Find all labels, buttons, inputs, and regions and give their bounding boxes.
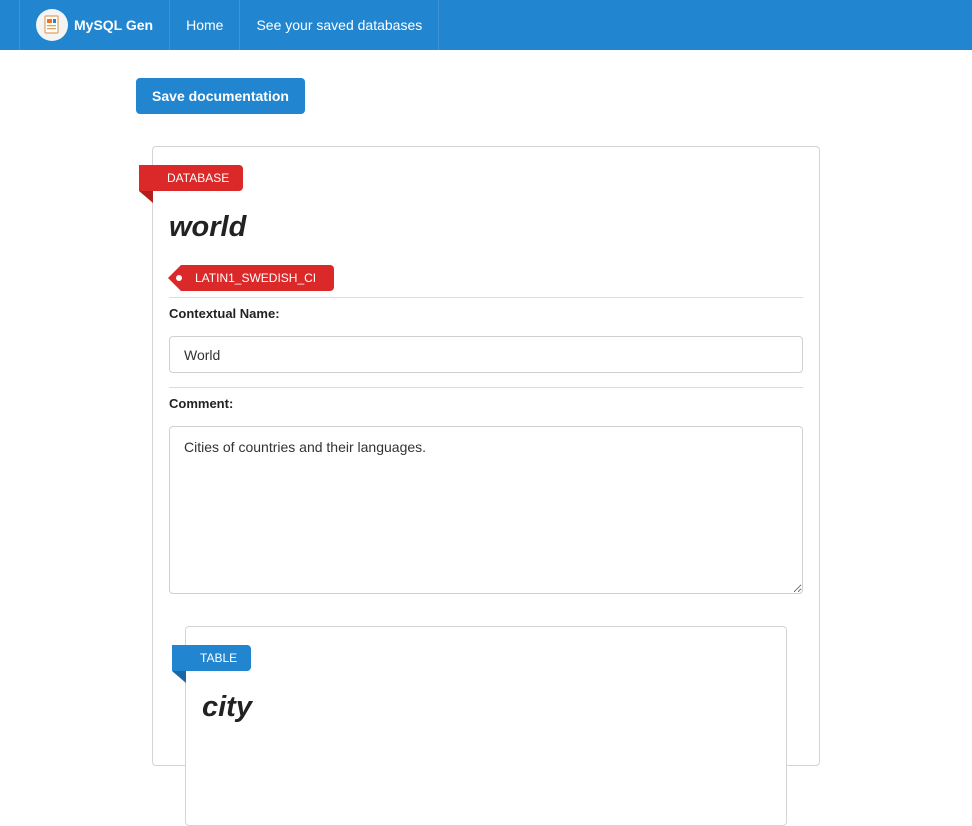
- app-logo-icon: [36, 9, 68, 41]
- divider: [169, 387, 803, 388]
- contextual-name-input[interactable]: [169, 336, 803, 373]
- comment-label: Comment:: [169, 396, 234, 411]
- nav-home[interactable]: Home: [170, 0, 241, 50]
- database-card: DATABASE world LATIN1_SWEDISH_CI Context…: [139, 146, 820, 826]
- collation-tag: LATIN1_SWEDISH_CI: [167, 265, 335, 291]
- tag-dot-icon: [176, 275, 182, 281]
- brand-link[interactable]: MySQL Gen: [19, 0, 171, 50]
- table-ribbon: TABLE: [172, 645, 252, 671]
- database-name: world: [169, 211, 247, 243]
- top-navbar: MySQL Gen Home See your saved databases: [0, 0, 972, 50]
- nav-saved-databases[interactable]: See your saved databases: [240, 0, 440, 50]
- table-card: TABLE city: [172, 626, 787, 826]
- collation-label: LATIN1_SWEDISH_CI: [195, 271, 317, 285]
- comment-textarea[interactable]: Cities of countries and their languages.: [169, 426, 803, 594]
- divider: [169, 297, 803, 298]
- brand-label: MySQL Gen: [74, 17, 154, 33]
- table-name: city: [202, 691, 252, 723]
- database-ribbon: DATABASE: [139, 165, 244, 191]
- table-ribbon-fold: [172, 671, 186, 683]
- save-documentation-button[interactable]: Save documentation: [136, 78, 305, 114]
- contextual-name-label: Contextual Name:: [169, 306, 280, 321]
- database-ribbon-fold: [139, 191, 153, 203]
